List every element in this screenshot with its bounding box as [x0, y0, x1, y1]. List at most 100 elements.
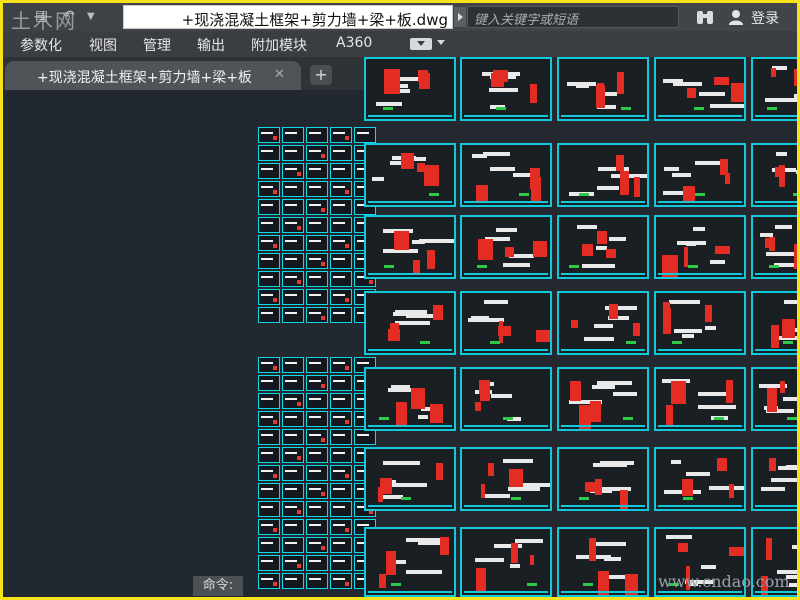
drawing-sheet	[557, 447, 649, 511]
drawing-thumbnail	[330, 375, 352, 391]
drawing-sheet	[557, 367, 649, 431]
drawing-thumbnail	[258, 537, 280, 553]
drawing-thumbnail	[282, 519, 304, 535]
drawing-thumbnail	[282, 217, 304, 233]
drawing-thumbnail	[258, 447, 280, 463]
drawing-thumbnail	[330, 537, 352, 553]
drawing-thumbnail	[258, 199, 280, 215]
drawing-thumbnail	[258, 235, 280, 251]
menu-a360[interactable]: A360	[336, 35, 372, 51]
drawing-thumbnail	[330, 357, 352, 373]
drawing-thumbnail	[330, 217, 352, 233]
drawing-thumbnail	[282, 145, 304, 161]
chevron-down-icon[interactable]	[437, 40, 445, 45]
drawing-sheet	[460, 143, 552, 207]
app-window: ▤ ↶ ▼ 土木网 +现浇混凝土框架+剪力墙+梁+板.dwg 键入关键字或短语 …	[3, 3, 797, 597]
drawing-thumbnail	[306, 483, 328, 499]
drawing-thumbnail	[354, 429, 376, 445]
drawing-thumbnail	[258, 307, 280, 323]
drawing-thumbnail	[330, 253, 352, 269]
drawing-thumbnail	[258, 163, 280, 179]
drawing-thumbnail	[282, 289, 304, 305]
menu-output[interactable]: 输出	[197, 35, 225, 55]
drawing-sheet	[460, 57, 552, 121]
drawing-sheet	[654, 215, 746, 279]
drawing-thumbnail	[282, 429, 304, 445]
drawing-sheet	[654, 447, 746, 511]
drawing-thumbnail	[306, 519, 328, 535]
tab-document-label: +现浇混凝土框架+剪力墙+梁+板	[37, 70, 252, 86]
drawing-thumbnail	[330, 411, 352, 427]
drawing-thumbnail	[258, 483, 280, 499]
drawing-sheet	[654, 143, 746, 207]
menu-view[interactable]: 视图	[89, 35, 117, 55]
drawing-thumbnail	[282, 199, 304, 215]
binoculars-icon[interactable]	[696, 8, 714, 26]
drawing-thumbnail	[282, 163, 304, 179]
drawing-thumbnail	[306, 537, 328, 553]
dropdown-icon[interactable]: ▼	[87, 11, 95, 22]
drawing-thumbnail	[330, 181, 352, 197]
new-tab-button[interactable]: +	[310, 65, 332, 85]
drawing-sheet	[460, 367, 552, 431]
drawing-thumbnail	[306, 271, 328, 287]
menu-bar: 参数化 视图 管理 输出 附加模块 A360	[3, 31, 797, 57]
drawing-sheet	[364, 215, 456, 279]
drawing-thumbnail	[258, 181, 280, 197]
drawing-thumbnail	[330, 519, 352, 535]
drawing-thumbnail	[258, 573, 280, 589]
drawing-thumbnail	[330, 483, 352, 499]
search-expand-button[interactable]	[454, 7, 466, 27]
drawing-thumbnail	[306, 555, 328, 571]
drawing-thumbnail	[258, 429, 280, 445]
drawing-thumbnail	[258, 289, 280, 305]
drawing-sheet	[460, 291, 552, 355]
drawing-thumbnail	[330, 555, 352, 571]
drawing-canvas[interactable]: 命令: www.cndao.com	[3, 57, 797, 597]
drawing-thumbnail	[330, 501, 352, 517]
drawing-thumbnail	[306, 573, 328, 589]
drawing-thumbnail	[306, 357, 328, 373]
drawing-sheet	[557, 143, 649, 207]
menu-parametric[interactable]: 参数化	[20, 35, 62, 55]
search-input[interactable]: 键入关键字或短语	[467, 6, 679, 28]
drawing-sheet	[557, 527, 649, 597]
menu-addins[interactable]: 附加模块	[251, 35, 307, 55]
drawing-sheet	[751, 215, 797, 279]
drawing-thumbnail	[282, 501, 304, 517]
drawing-thumbnail	[282, 271, 304, 287]
drawing-thumbnail	[330, 289, 352, 305]
document-title: +现浇混凝土框架+剪力墙+梁+板.dwg	[181, 11, 448, 29]
drawing-thumbnail	[282, 411, 304, 427]
file-tab-bar: +现浇混凝土框架+剪力墙+梁+板 ✕ +	[3, 57, 375, 90]
drawing-thumbnail	[282, 253, 304, 269]
menu-manage[interactable]: 管理	[143, 35, 171, 55]
drawing-thumbnail	[330, 199, 352, 215]
drawing-thumbnail	[330, 429, 352, 445]
drawing-thumbnail	[282, 127, 304, 143]
drawing-thumbnail	[330, 573, 352, 589]
drawing-thumbnail	[306, 289, 328, 305]
drawing-thumbnail	[330, 235, 352, 251]
drawing-thumbnail	[258, 253, 280, 269]
drawing-thumbnail	[258, 217, 280, 233]
watermark-logo: 土木网	[11, 9, 77, 33]
close-icon[interactable]: ✕	[274, 67, 285, 82]
drawing-thumbnail	[306, 465, 328, 481]
drawing-sheet	[364, 367, 456, 431]
drawing-thumbnail	[282, 181, 304, 197]
tab-document[interactable]: +现浇混凝土框架+剪力墙+梁+板 ✕	[5, 61, 301, 90]
command-line-label: 命令:	[193, 576, 243, 596]
drawing-thumbnail	[306, 217, 328, 233]
drawing-thumbnail	[306, 375, 328, 391]
drawing-thumbnail	[282, 375, 304, 391]
login-link[interactable]: 登录	[751, 8, 779, 28]
user-icon[interactable]	[727, 8, 745, 26]
drawing-sheet	[751, 447, 797, 511]
ribbon-toggle-button[interactable]	[410, 38, 432, 50]
drawing-thumbnail	[258, 271, 280, 287]
drawing-sheet	[364, 447, 456, 511]
drawing-thumbnail	[306, 307, 328, 323]
drawing-sheet	[751, 291, 797, 355]
drawing-sheet	[751, 367, 797, 431]
